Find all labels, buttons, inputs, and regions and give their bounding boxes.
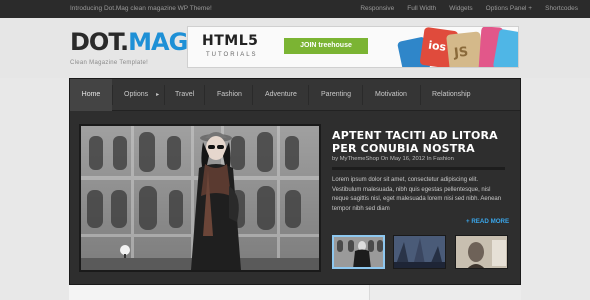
site-logo[interactable]: DOT.MAG <box>70 28 188 56</box>
featured-excerpt: Lorem ipsum dolor sit amet, consectetur … <box>332 177 502 212</box>
featured-byline: by MyThemeShop On May 16, 2012 In Fashio… <box>332 156 454 162</box>
header-ad-banner[interactable]: HTML5 TUTORIALS JOIN treehouse ios JS <box>187 26 519 68</box>
thumb-3-graphic <box>456 236 507 268</box>
nav-item-label: Fashion <box>217 91 242 98</box>
slider-thumb-1[interactable] <box>332 235 385 269</box>
featured-image[interactable] <box>79 124 321 272</box>
nav-item-adventure[interactable]: Adventure <box>265 79 297 111</box>
nav-separator <box>308 85 309 105</box>
intro-text: Introducing Dot.Mag clean magazine WP Th… <box>70 5 212 12</box>
nav-separator <box>112 85 113 105</box>
nav-item-travel[interactable]: Travel <box>175 79 194 111</box>
site-tagline: Clean Magazine Template! <box>70 60 149 66</box>
content-area-top <box>69 285 521 300</box>
main-nav: Home Options ▸ Travel Fashion Adventure … <box>70 79 520 111</box>
nav-item-parenting[interactable]: Parenting <box>321 79 351 111</box>
top-link-responsive[interactable]: Responsive <box>360 5 394 12</box>
nav-separator <box>204 85 205 105</box>
nav-item-label: Adventure <box>265 91 297 98</box>
top-link-full-width[interactable]: Full Width <box>407 5 436 12</box>
top-link-widgets[interactable]: Widgets <box>449 5 472 12</box>
banner-html5-text: HTML5 <box>202 33 259 49</box>
nav-separator <box>420 85 421 105</box>
banner-tag-graphics: ios JS <box>396 27 518 67</box>
nav-item-motivation[interactable]: Motivation <box>375 79 407 111</box>
thumb-2-graphic <box>394 236 445 268</box>
slider-thumb-2[interactable] <box>393 235 446 269</box>
nav-item-relationship[interactable]: Relationship <box>432 79 471 111</box>
read-more-link[interactable]: + READ MORE <box>466 218 509 225</box>
nav-item-label: Motivation <box>375 91 407 98</box>
featured-title[interactable]: APTENT TACITI AD LITORA PER CONUBIA NOST… <box>332 129 512 155</box>
title-divider <box>332 167 505 170</box>
logo-blue-text: MAG <box>128 28 188 56</box>
nav-item-label: Travel <box>175 91 195 98</box>
nav-item-label: Options <box>124 91 149 98</box>
nav-item-fashion[interactable]: Fashion <box>217 79 242 111</box>
nav-item-label: Parenting <box>321 91 351 98</box>
banner-tag-js-text: JS <box>453 44 470 62</box>
top-link-options-panel[interactable]: Options Panel + <box>486 5 532 12</box>
nav-item-options[interactable]: Options ▸ <box>124 79 159 111</box>
banner-tutorials-text: TUTORIALS <box>206 52 258 58</box>
banner-tag-ios-text: ios <box>427 38 447 54</box>
featured-image-graphic <box>81 126 319 270</box>
slider-thumb-3[interactable] <box>455 235 508 269</box>
top-link-shortcodes[interactable]: Shortcodes <box>545 5 578 12</box>
nav-dropdown-arrow-icon: ▸ <box>156 92 160 98</box>
top-bar: Introducing Dot.Mag clean magazine WP Th… <box>0 0 590 18</box>
banner-join-button[interactable]: JOIN treehouse <box>284 38 368 54</box>
top-links: Responsive Full Width Widgets Options Pa… <box>360 5 578 12</box>
nav-item-label: Home <box>81 91 101 98</box>
nav-item-label: Relationship <box>432 91 471 98</box>
featured-panel: Home Options ▸ Travel Fashion Adventure … <box>69 78 521 285</box>
thumb-1-graphic <box>334 237 383 267</box>
nav-separator <box>252 85 253 105</box>
nav-separator <box>164 85 165 105</box>
site-header: DOT.MAG Clean Magazine Template! HTML5 T… <box>0 18 590 78</box>
sidebar-area-top <box>369 285 521 300</box>
nav-item-home[interactable]: Home <box>70 79 112 111</box>
logo-dark-text: DOT. <box>70 28 129 56</box>
nav-separator <box>362 85 363 105</box>
